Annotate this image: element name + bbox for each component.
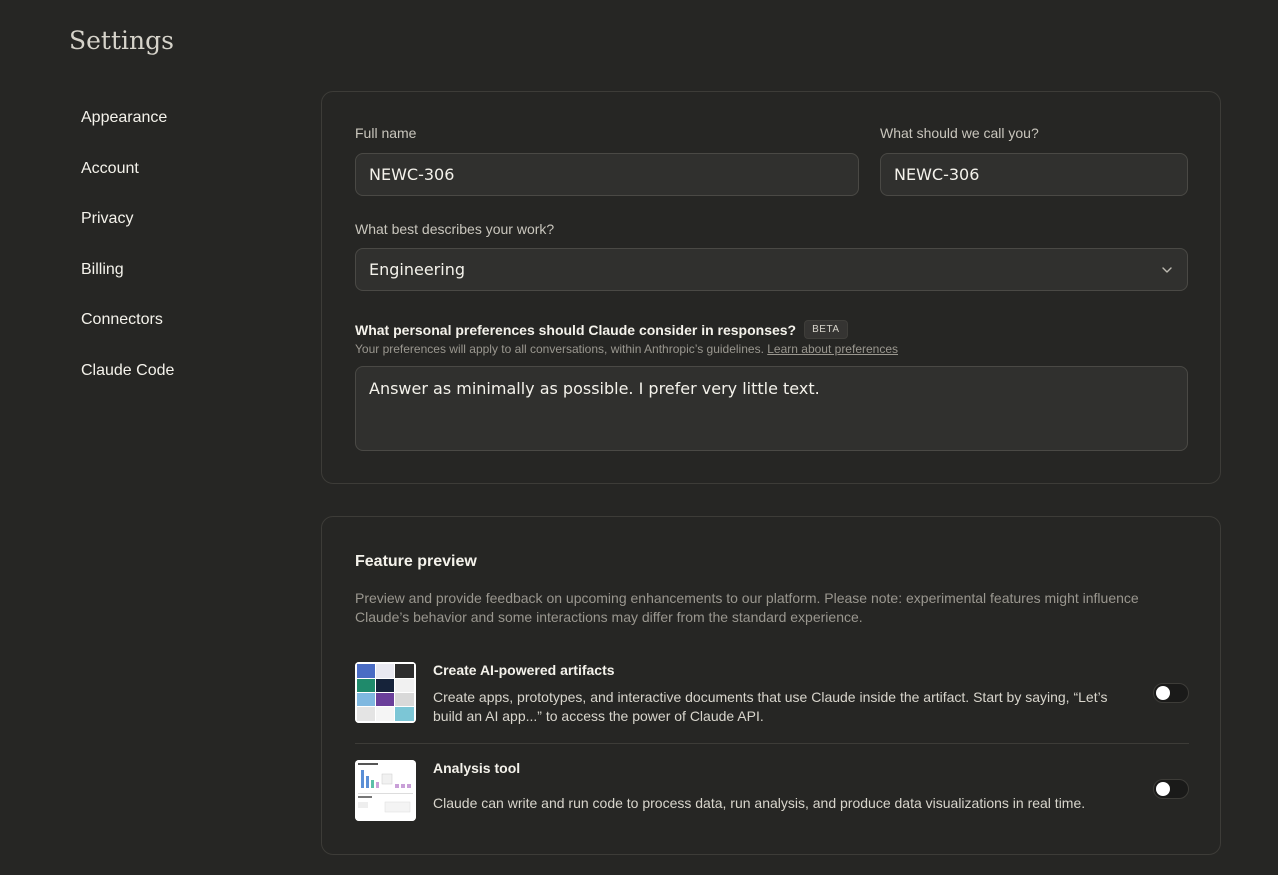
nickname-field[interactable] xyxy=(880,153,1188,196)
analysis-thumbnail xyxy=(355,760,416,821)
full-name-label: Full name xyxy=(355,125,417,141)
sidebar-item-connectors[interactable]: Connectors xyxy=(69,307,269,333)
preferences-label-text: What personal preferences should Claude … xyxy=(355,321,797,338)
feature-preview-description: Preview and provide feedback on upcoming… xyxy=(355,590,1139,625)
artifacts-preview-image xyxy=(355,662,416,723)
toggle-knob xyxy=(1156,782,1170,796)
sidebar-item-privacy[interactable]: Privacy xyxy=(69,206,269,232)
work-select-value: Engineering xyxy=(369,260,465,279)
work-select[interactable]: Engineering xyxy=(355,248,1188,291)
chevron-down-icon xyxy=(1162,266,1172,273)
feature-preview-title: Feature preview xyxy=(355,553,477,570)
toggle-knob xyxy=(1156,686,1170,700)
feature-row-analysis: Analysis tool Claude can write and run c… xyxy=(355,760,1189,830)
sidebar-item-appearance[interactable]: Appearance xyxy=(69,105,269,131)
preferences-textarea[interactable]: Answer as minimally as possible. I prefe… xyxy=(355,366,1188,451)
beta-badge: BETA xyxy=(804,320,848,339)
page-title: Settings xyxy=(69,26,174,55)
feature-row-artifacts: Create AI-powered artifacts Create apps,… xyxy=(355,662,1189,744)
feature-description-analysis: Claude can write and run code to process… xyxy=(433,795,1086,811)
learn-about-preferences-link[interactable]: Learn about preferences xyxy=(767,342,898,356)
feature-title-artifacts: Create AI-powered artifacts xyxy=(433,662,615,678)
nickname-label: What should we call you? xyxy=(880,125,1039,141)
profile-card: Full name What should we call you? What … xyxy=(321,91,1221,484)
analysis-preview-image xyxy=(355,760,416,821)
feature-preview-card: Feature preview Preview and provide feed… xyxy=(321,516,1221,855)
analysis-toggle[interactable] xyxy=(1153,779,1189,799)
settings-sidebar: Appearance Account Privacy Billing Conne… xyxy=(69,105,269,408)
sidebar-item-account[interactable]: Account xyxy=(69,156,269,182)
preferences-label: What personal preferences should Claude … xyxy=(355,320,848,339)
feature-description-artifacts: Create apps, prototypes, and interactive… xyxy=(433,689,1108,724)
preferences-hint-text: Your preferences will apply to all conve… xyxy=(355,342,764,356)
sidebar-item-claude-code[interactable]: Claude Code xyxy=(69,358,269,384)
preferences-hint: Your preferences will apply to all conve… xyxy=(355,342,898,356)
artifacts-toggle[interactable] xyxy=(1153,683,1189,703)
full-name-field[interactable] xyxy=(355,153,859,196)
sidebar-item-billing[interactable]: Billing xyxy=(69,257,269,283)
artifacts-thumbnail xyxy=(355,662,416,723)
work-label: What best describes your work? xyxy=(355,221,555,237)
feature-title-analysis: Analysis tool xyxy=(433,760,521,776)
